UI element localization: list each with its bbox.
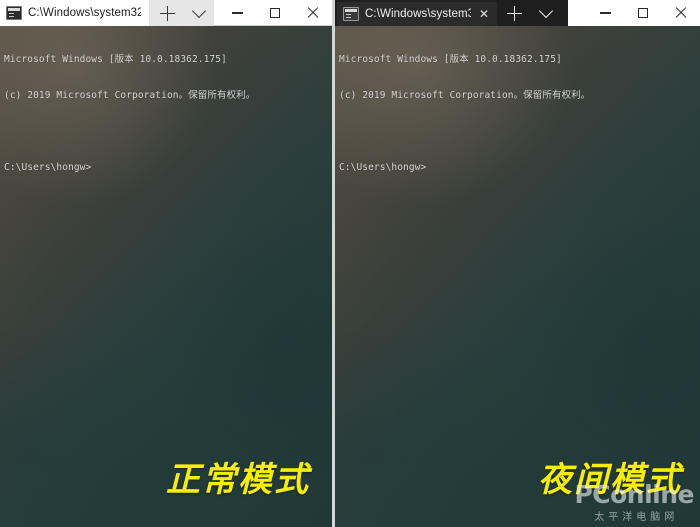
tab-actions-night bbox=[497, 0, 561, 26]
chevron-down-icon bbox=[538, 3, 554, 19]
console-prompt-line: C:\Users\hongw> bbox=[339, 162, 427, 173]
console-line: (c) 2019 Microsoft Corporation。保留所有权利。 bbox=[339, 90, 591, 101]
maximize-button[interactable] bbox=[624, 0, 662, 26]
terminal-window-normal: C:\Windows\system32\cmd.exe bbox=[0, 0, 332, 527]
minimize-button[interactable] bbox=[586, 0, 624, 26]
minimize-icon bbox=[599, 12, 611, 14]
cmd-console-icon bbox=[6, 6, 22, 20]
comparison-screenshot: C:\Windows\system32\cmd.exe bbox=[0, 0, 700, 527]
plus-icon bbox=[506, 5, 522, 21]
console-area-night[interactable]: Microsoft Windows [版本 10.0.18362.175] (c… bbox=[335, 26, 700, 527]
tab-close-icon[interactable]: ✕ bbox=[479, 8, 489, 20]
console-line: Microsoft Windows [版本 10.0.18362.175] bbox=[339, 54, 562, 65]
plus-icon bbox=[159, 5, 175, 21]
tab-dropdown-button[interactable] bbox=[531, 0, 561, 26]
terminal-tab-normal[interactable]: C:\Windows\system32\cmd.exe bbox=[0, 0, 150, 26]
console-line: (c) 2019 Microsoft Corporation。保留所有权利。 bbox=[4, 90, 256, 101]
new-tab-button[interactable] bbox=[150, 0, 184, 26]
close-button[interactable] bbox=[662, 0, 700, 26]
cmd-console-icon bbox=[343, 7, 359, 21]
mode-label-normal: 正常模式 bbox=[166, 460, 310, 500]
minimize-icon bbox=[231, 12, 243, 14]
console-output-night: Microsoft Windows [版本 10.0.18362.175] (c… bbox=[335, 26, 700, 198]
terminal-window-night: C:\Windows\system32\cmd.exe ✕ bbox=[335, 0, 700, 527]
window-controls-night bbox=[586, 0, 700, 26]
window-controls-normal bbox=[218, 0, 332, 25]
close-icon bbox=[307, 7, 319, 19]
maximize-icon bbox=[270, 8, 280, 18]
tab-actions-normal bbox=[150, 0, 214, 26]
console-prompt-line: C:\Users\hongw> bbox=[4, 162, 92, 173]
titlebar-normal: C:\Windows\system32\cmd.exe bbox=[0, 0, 332, 26]
console-output-normal: Microsoft Windows [版本 10.0.18362.175] (c… bbox=[0, 26, 332, 198]
titlebar-night: C:\Windows\system32\cmd.exe ✕ bbox=[335, 0, 700, 26]
maximize-icon bbox=[638, 8, 648, 18]
maximize-button[interactable] bbox=[256, 0, 294, 26]
tab-dropdown-button[interactable] bbox=[184, 0, 214, 26]
tab-title-label: C:\Windows\system32\cmd.exe bbox=[365, 8, 471, 20]
close-icon bbox=[675, 7, 687, 19]
new-tab-button[interactable] bbox=[497, 0, 531, 26]
mode-label-night: 夜间模式 bbox=[538, 460, 682, 500]
console-line: Microsoft Windows [版本 10.0.18362.175] bbox=[4, 54, 227, 65]
console-area-normal[interactable]: Microsoft Windows [版本 10.0.18362.175] (c… bbox=[0, 26, 332, 527]
tab-title-label: C:\Windows\system32\cmd.exe bbox=[28, 7, 141, 19]
minimize-button[interactable] bbox=[218, 0, 256, 26]
close-button[interactable] bbox=[294, 0, 332, 26]
chevron-down-icon bbox=[191, 3, 207, 19]
terminal-tab-night[interactable]: C:\Windows\system32\cmd.exe ✕ bbox=[337, 2, 497, 26]
